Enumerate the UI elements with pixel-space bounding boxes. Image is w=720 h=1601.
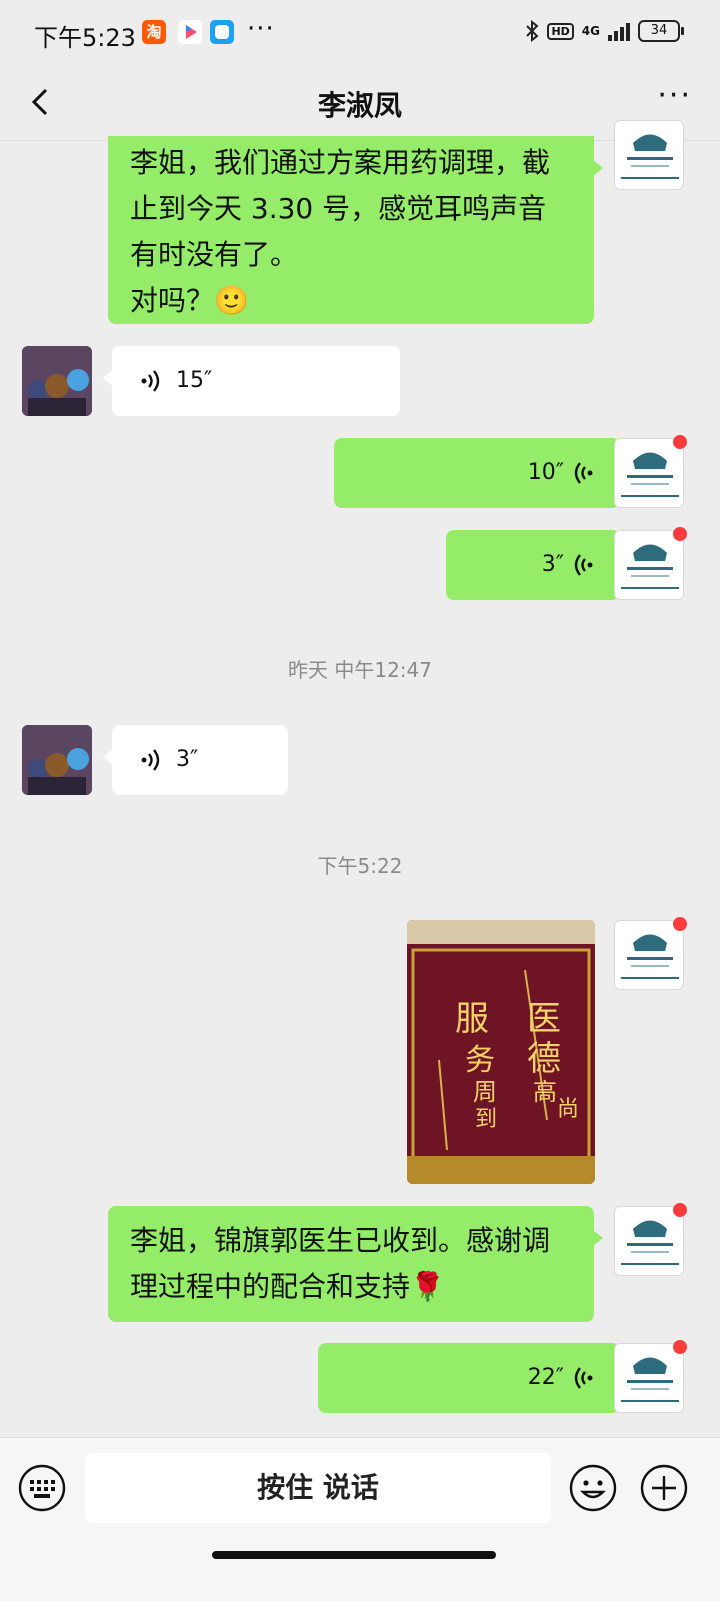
contact-avatar[interactable] xyxy=(22,725,92,795)
timestamp-label: 下午5:22 xyxy=(317,854,403,878)
more-options-button[interactable]: ··· xyxy=(657,78,692,113)
unread-dot xyxy=(673,527,687,541)
hd-badge: HD xyxy=(547,22,574,40)
voice-wave-icon xyxy=(574,462,593,484)
voice-duration: 22″ xyxy=(527,1365,564,1390)
message-app-icon xyxy=(210,20,234,44)
status-time: 下午5:23 xyxy=(34,24,136,52)
status-right-group: HD 4G 34 xyxy=(525,20,684,42)
my-voice-message[interactable]: 22″ xyxy=(318,1343,629,1413)
my-avatar[interactable] xyxy=(614,435,687,508)
my-avatar[interactable] xyxy=(614,120,684,190)
status-more-dots: ··· xyxy=(247,14,275,44)
voice-wave-icon xyxy=(574,1367,593,1389)
voice-duration: 15″ xyxy=(176,368,213,393)
my-avatar[interactable] xyxy=(614,1203,687,1276)
banner-char: 尚 xyxy=(557,1097,579,1122)
my-text-message[interactable]: 李姐，锦旗郭医生已收到。感谢调理过程中的配合和支持🌹 xyxy=(108,1206,603,1322)
timestamp-label: 昨天 中午12:47 xyxy=(288,658,432,682)
voice-wave-icon xyxy=(141,749,160,771)
banner-char: 到 xyxy=(475,1107,497,1132)
status-bar: 下午5:23 淘 ··· HD 4G 34 xyxy=(0,0,720,64)
home-indicator xyxy=(212,1551,496,1559)
banner-char: 服 xyxy=(455,999,489,1039)
my-avatar[interactable] xyxy=(614,1340,687,1413)
my-voice-message[interactable]: 3″ xyxy=(446,530,629,600)
hold-to-talk-button[interactable]: 按住 说话 xyxy=(85,1453,551,1523)
input-bar: 按住 说话 xyxy=(0,1437,720,1601)
voice-duration: 3″ xyxy=(541,552,564,577)
plus-icon[interactable] xyxy=(640,1464,688,1512)
voice-wave-icon xyxy=(141,370,160,392)
my-avatar[interactable] xyxy=(614,527,687,600)
keyboard-toggle-icon[interactable] xyxy=(18,1464,66,1512)
battery-icon: 34 xyxy=(638,20,684,42)
my-avatar[interactable] xyxy=(614,917,687,990)
voice-duration: 10″ xyxy=(527,460,564,485)
voice-duration: 3″ xyxy=(176,747,199,772)
unread-dot xyxy=(673,435,687,449)
image-message[interactable]: 医 德 高 尚 服 务 周 到 xyxy=(407,920,595,1184)
unread-dot xyxy=(673,1340,687,1354)
banner-char: 高 xyxy=(533,1078,557,1106)
emoji-icon[interactable] xyxy=(569,1464,617,1512)
contact-avatar[interactable] xyxy=(22,346,92,416)
banner-char: 德 xyxy=(527,1039,561,1079)
video-app-icon xyxy=(178,20,202,44)
banner-char: 务 xyxy=(465,1043,495,1078)
banner-char: 周 xyxy=(473,1078,497,1106)
chat-header: 李淑凤 ··· xyxy=(0,64,720,141)
bluetooth-icon xyxy=(526,20,539,42)
banner-char: 医 xyxy=(527,999,561,1039)
unread-dot xyxy=(673,1203,687,1217)
voice-wave-icon xyxy=(574,554,593,576)
taobao-app-icon: 淘 xyxy=(142,20,166,44)
my-voice-message[interactable]: 10″ xyxy=(334,438,629,508)
contact-voice-message[interactable]: 3″ xyxy=(103,725,288,795)
my-text-message[interactable]: 李姐，我们通过方案用药调理，截止到今天 3.30 号，感觉耳鸣声音有时没有了。 … xyxy=(108,136,603,324)
contact-voice-message[interactable]: 15″ xyxy=(103,346,400,416)
signal-icon xyxy=(608,21,630,41)
chat-title: 李淑凤 xyxy=(317,89,402,122)
network-type: 4G xyxy=(581,24,600,38)
unread-dot xyxy=(673,917,687,931)
